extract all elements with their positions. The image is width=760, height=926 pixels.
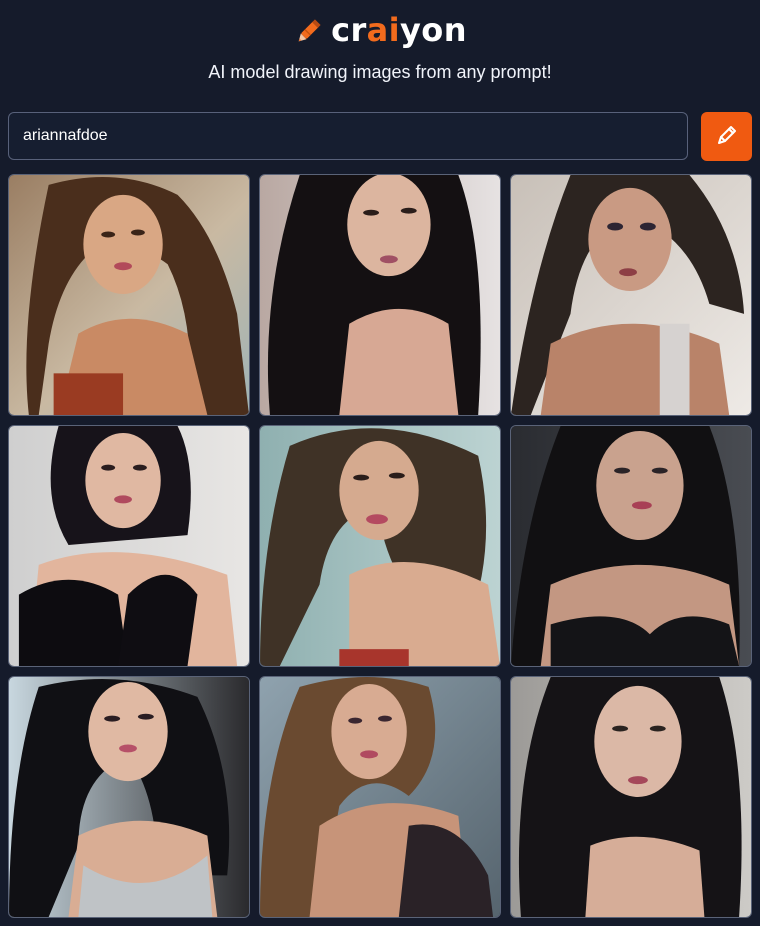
tagline: AI model drawing images from any prompt!: [208, 62, 552, 82]
header: craiyon AI model drawing images from any…: [0, 0, 760, 110]
draw-button[interactable]: [701, 112, 752, 161]
result-image-1[interactable]: [8, 174, 250, 416]
result-image-3[interactable]: [510, 174, 752, 416]
result-image-9[interactable]: [510, 676, 752, 918]
brand-part-cr: cr: [331, 11, 367, 49]
results-grid: [8, 174, 752, 918]
pencil-icon: [714, 122, 740, 151]
result-image-5[interactable]: [259, 425, 501, 667]
prompt-input[interactable]: [21, 112, 675, 160]
craiyon-page: craiyon AI model drawing images from any…: [0, 0, 760, 926]
brand-part-ai: ai: [366, 11, 401, 49]
brand-name: craiyon: [331, 8, 467, 52]
result-image-7[interactable]: [8, 676, 250, 918]
result-image-6[interactable]: [510, 425, 752, 667]
brand-part-yon: yon: [400, 11, 467, 49]
search-bar: [8, 112, 688, 160]
result-image-4[interactable]: [8, 425, 250, 667]
crayon-icon: [293, 13, 327, 47]
result-image-2[interactable]: [259, 174, 501, 416]
result-image-8[interactable]: [259, 676, 501, 918]
logo[interactable]: craiyon: [0, 8, 760, 52]
